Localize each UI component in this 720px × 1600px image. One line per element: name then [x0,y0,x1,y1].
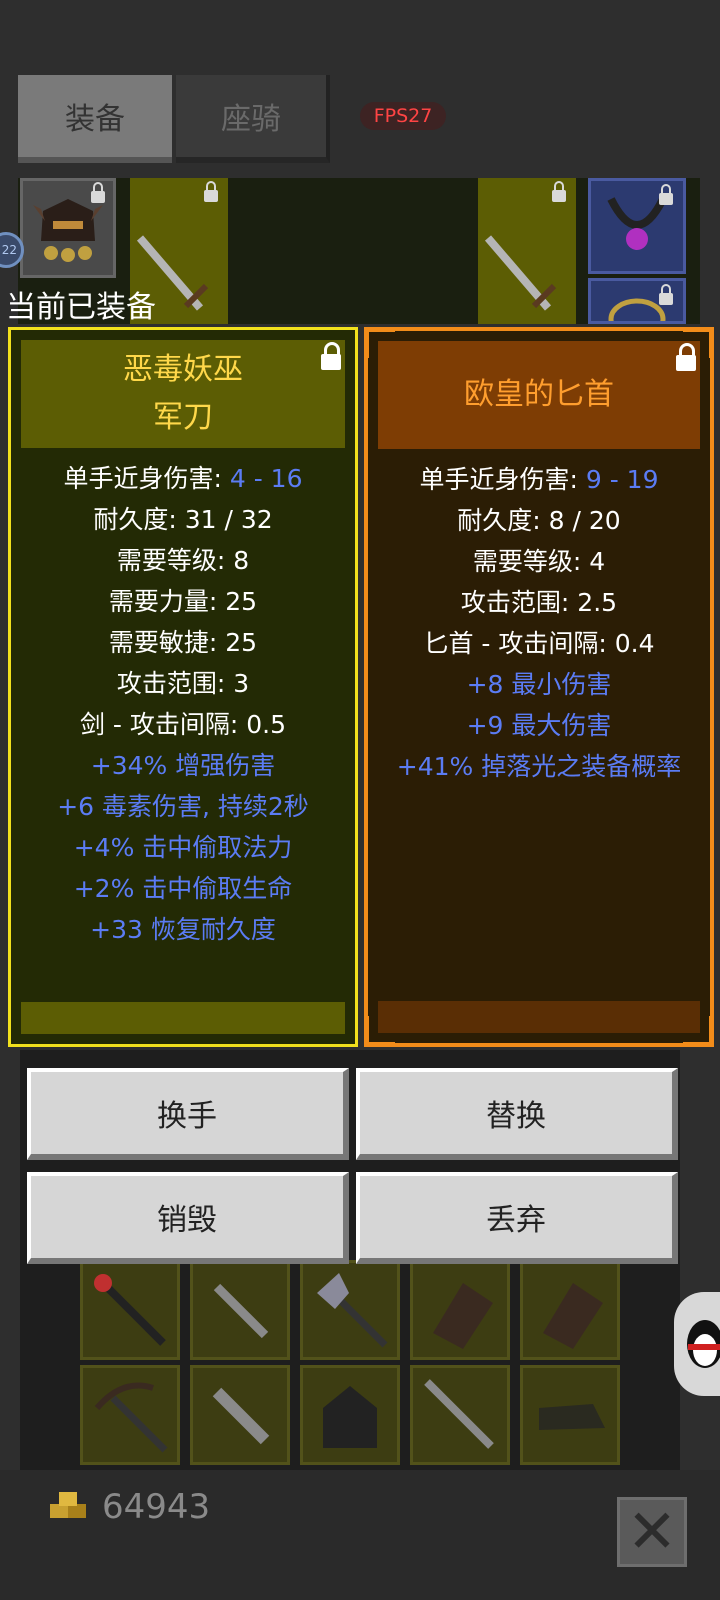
bonus-stat: +2% 击中偷取生命 [73,874,293,903]
tab-mount[interactable]: 座骑 [176,75,330,163]
inventory-slot[interactable] [190,1365,290,1465]
stat-speed: 匕首 - 攻击间隔: 0.4 [423,629,655,658]
swap-hand-button[interactable]: 换手 [27,1068,349,1160]
bonus-stat: +8 最小伤害 [466,670,612,699]
gold-amount: 64943 [102,1487,211,1527]
item-title: 欧皇的匕首 [378,341,700,449]
bonus-stat: +33 恢复耐久度 [90,915,276,944]
fps-counter: FPS27 [360,102,446,130]
gloves-icon [433,1283,493,1349]
lock-icon [552,181,566,202]
stat-strength: 需要力量: 25 [108,587,258,616]
stat-damage: 单手近身伤害: 4 - 16 [63,464,303,493]
stat-level: 需要等级: 8 [116,546,250,575]
drop-button[interactable]: 丢弃 [356,1172,678,1264]
inventory-slot[interactable] [300,1365,400,1465]
inventory-slot[interactable] [80,1365,180,1465]
inventory-slot[interactable] [410,1365,510,1465]
destroy-button[interactable]: 销毁 [27,1172,349,1264]
bonus-stat: +34% 增强伤害 [90,751,276,780]
sword-icon [424,1379,494,1449]
inventory-slot[interactable] [300,1260,400,1360]
lock-icon [659,184,673,205]
stat-durability: 耐久度: 31 / 32 [93,505,273,534]
lock-icon [204,181,218,202]
card-footer [378,1001,700,1033]
slot-weapon-right[interactable] [478,178,576,324]
coin-icon [50,1492,86,1518]
inventory-slot[interactable] [80,1260,180,1360]
stat-damage: 单手近身伤害: 9 - 19 [419,465,659,494]
penguin-icon [687,1320,720,1368]
helmet-icon [323,1386,377,1448]
slot-necklace[interactable] [588,178,686,274]
item-stats: 单手近身伤害: 9 - 19 耐久度: 8 / 20 需要等级: 4 攻击范围:… [368,459,710,787]
crossbow-icon [94,1382,168,1453]
boots-icon [539,1404,605,1430]
slot-helmet[interactable] [20,178,116,278]
lock-icon[interactable] [321,342,341,370]
stat-speed: 剑 - 攻击间隔: 0.5 [79,710,287,739]
inventory-slot[interactable] [410,1260,510,1360]
item-stats: 单手近身伤害: 4 - 16 耐久度: 31 / 32 需要等级: 8 需要力量… [11,458,355,950]
inventory-slot[interactable] [520,1260,620,1360]
item-title: 恶毒妖巫 军刀 [21,340,345,448]
stat-level: 需要等级: 4 [472,547,606,576]
close-button[interactable]: ✕ [617,1497,687,1567]
replace-button[interactable]: 替换 [356,1068,678,1160]
bonus-stat: +6 毒素伤害, 持续2秒 [57,792,309,821]
stat-range: 攻击范围: 2.5 [460,588,618,617]
bonus-stat: +41% 掉落光之装备概率 [396,752,682,781]
scepter-icon [94,1274,166,1346]
axe-icon [317,1273,388,1348]
bonus-stat: +4% 击中偷取法力 [73,833,293,862]
stat-range: 攻击范围: 3 [116,669,250,698]
card-footer [21,1002,345,1034]
item-name-line2: 军刀 [153,400,213,435]
inventory-slot[interactable] [520,1365,620,1465]
equipped-label: 当前已装备 [6,290,156,325]
gloves-icon [543,1283,603,1349]
lock-icon [91,182,105,203]
stat-durability: 耐久度: 8 / 20 [457,506,621,535]
stat-dexterity: 需要敏捷: 25 [108,628,258,657]
bonus-stat: +9 最大伤害 [466,711,612,740]
tab-equipment[interactable]: 装备 [18,75,172,163]
item-card-equipped: 恶毒妖巫 军刀 单手近身伤害: 4 - 16 耐久度: 31 / 32 需要等级… [8,327,358,1047]
qq-floating-button[interactable] [674,1292,720,1396]
lock-icon [659,284,673,305]
inventory-slot[interactable] [190,1260,290,1360]
close-icon: ✕ [626,1497,678,1567]
item-name-line1: 恶毒妖巫 [123,352,243,387]
lock-icon[interactable] [676,343,696,371]
dagger-icon [213,1283,269,1339]
dagger-icon [212,1387,270,1445]
slot-ring[interactable] [588,278,686,340]
item-name: 欧皇的匕首 [464,377,614,412]
item-card-new: 欧皇的匕首 单手近身伤害: 9 - 19 耐久度: 8 / 20 需要等级: 4… [364,327,714,1047]
